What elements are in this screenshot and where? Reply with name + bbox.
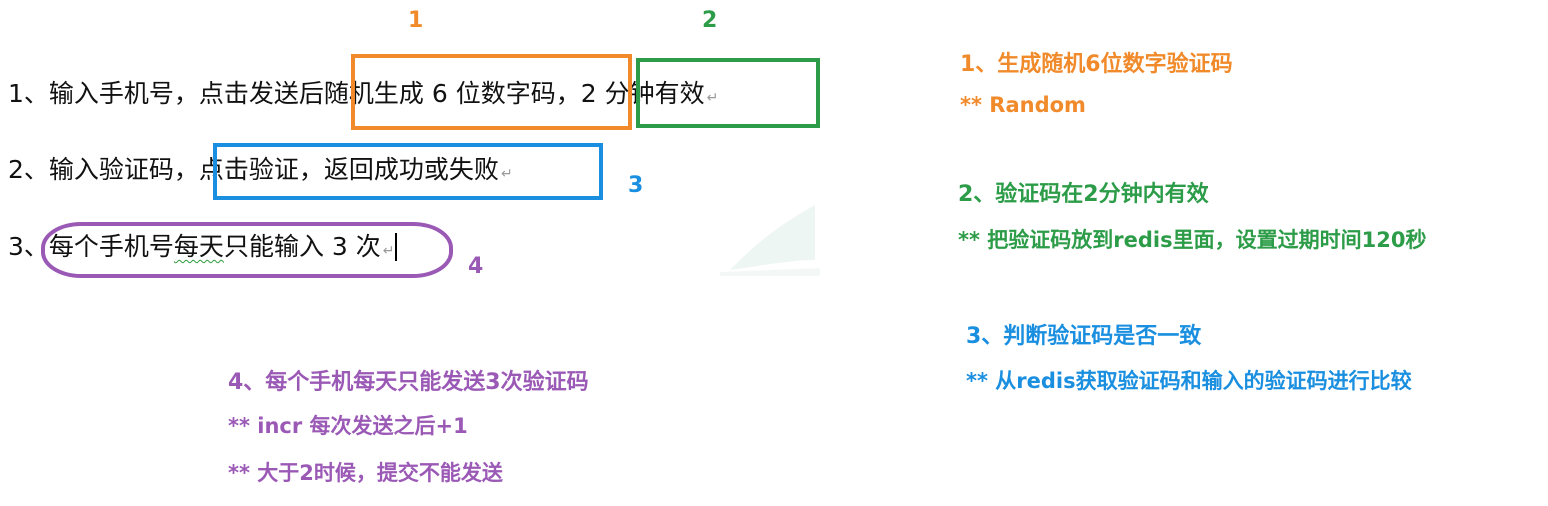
note-3-title: 3、判断验证码是否一致: [966, 324, 1202, 349]
marker-4: 4: [468, 254, 484, 279]
note-3-sub: ** 从redis获取验证码和输入的验证码进行比较: [966, 369, 1412, 393]
note-1-title: 1、生成随机6位数字验证码: [960, 52, 1233, 77]
orange-highlight-box: [351, 54, 632, 130]
marker-3: 3: [628, 173, 644, 198]
line2-prefix: 2、输入验证码，: [8, 155, 199, 184]
note-2-title: 2、验证码在2分钟内有效: [958, 182, 1209, 207]
green-highlight-box: [636, 58, 820, 128]
line1-prefix: 1、输入手机号，点击发送后: [8, 79, 324, 108]
note-4-title: 4、每个手机每天只能发送3次验证码: [228, 370, 589, 395]
note-2-sub: ** 把验证码放到redis里面，设置过期时间120秒: [958, 228, 1427, 252]
note-1-sub: ** Random: [960, 93, 1086, 117]
blue-highlight-box: [213, 143, 603, 200]
note-4-sub-1: ** incr 每次发送之后+1: [228, 414, 468, 438]
marker-2: 2: [702, 8, 718, 33]
purple-highlight-ellipse: [41, 222, 453, 278]
note-4-sub-2: ** 大于2时候，提交不能发送: [228, 461, 503, 485]
watermark-shape: [720, 205, 820, 276]
marker-1: 1: [408, 8, 424, 33]
